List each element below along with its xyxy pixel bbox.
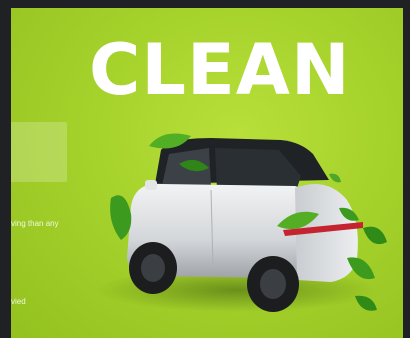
- side-text-line: ving than any: [11, 219, 59, 228]
- side-text-line-2: vied: [11, 297, 26, 306]
- side-card[interactable]: [11, 122, 67, 182]
- car-scene: [96, 133, 387, 312]
- hero-banner: CLEAN ving than any vied: [11, 8, 403, 338]
- front-wheel: [129, 242, 177, 294]
- rear-wheel: [247, 256, 299, 312]
- headline: CLEAN: [89, 29, 351, 111]
- screen-frame: CLEAN ving than any vied: [0, 0, 410, 338]
